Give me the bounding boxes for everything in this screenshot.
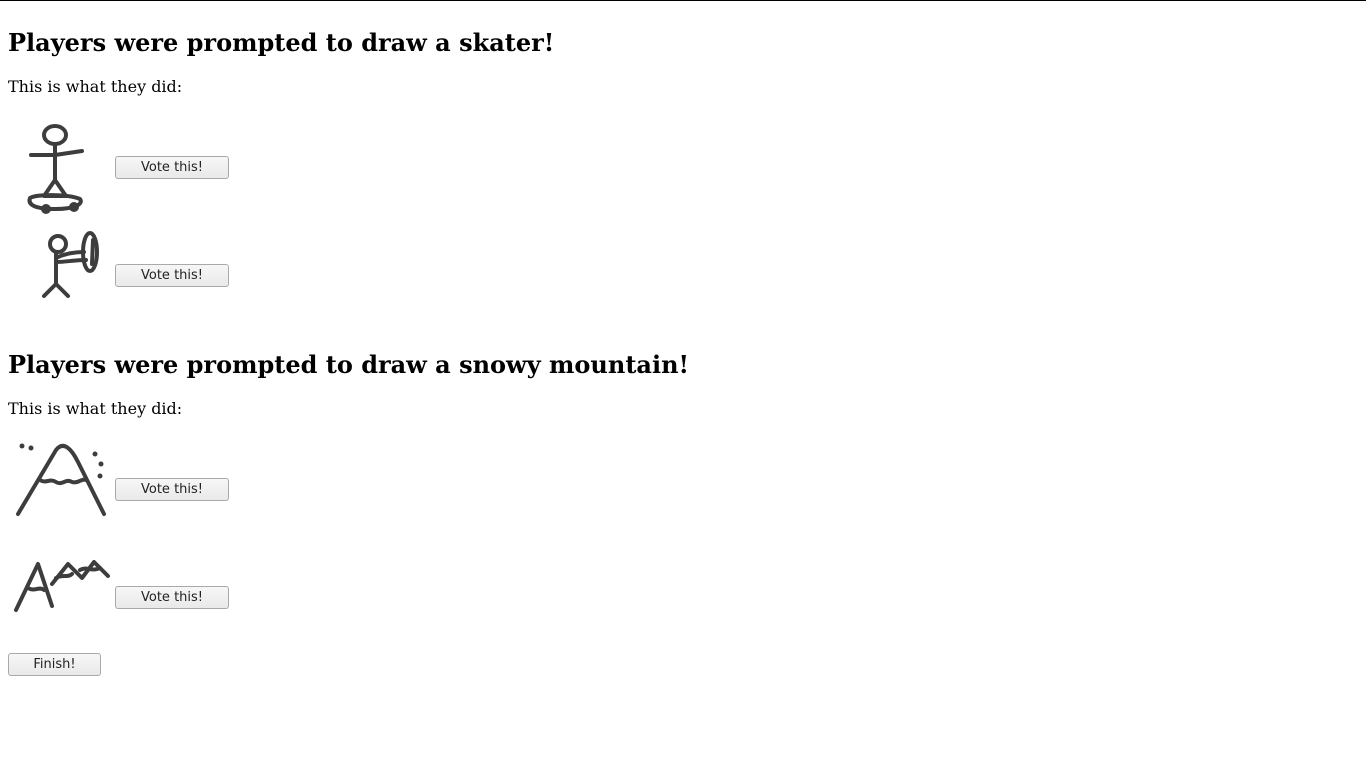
vote-button-mountain-2[interactable]: Vote this!	[115, 586, 229, 609]
skater-drawing-1	[8, 118, 113, 218]
skater-on-skateboard-icon	[27, 124, 84, 214]
section-subtitle-snowy-mountain: This is what they did:	[8, 399, 183, 418]
mountain-drawing-2	[8, 548, 113, 648]
vote-button-skater-2[interactable]: Vote this!	[115, 264, 229, 287]
stick-figure-with-shield-icon	[42, 231, 99, 298]
section-heading-skater: Players were prompted to draw a skater!	[8, 28, 555, 57]
top-border	[0, 0, 1366, 1]
finish-button[interactable]: Finish!	[8, 653, 101, 676]
vote-button-mountain-1[interactable]: Vote this!	[115, 478, 229, 501]
vote-button-skater-1[interactable]: Vote this!	[115, 156, 229, 179]
mountain-drawing-1	[8, 440, 113, 540]
section-subtitle-skater: This is what they did:	[8, 77, 183, 96]
skater-drawing-2	[8, 226, 113, 326]
section-heading-snowy-mountain: Players were prompted to draw a snowy mo…	[8, 350, 690, 379]
single-snowy-mountain-icon	[16, 443, 106, 516]
mountain-range-icon	[14, 560, 110, 612]
